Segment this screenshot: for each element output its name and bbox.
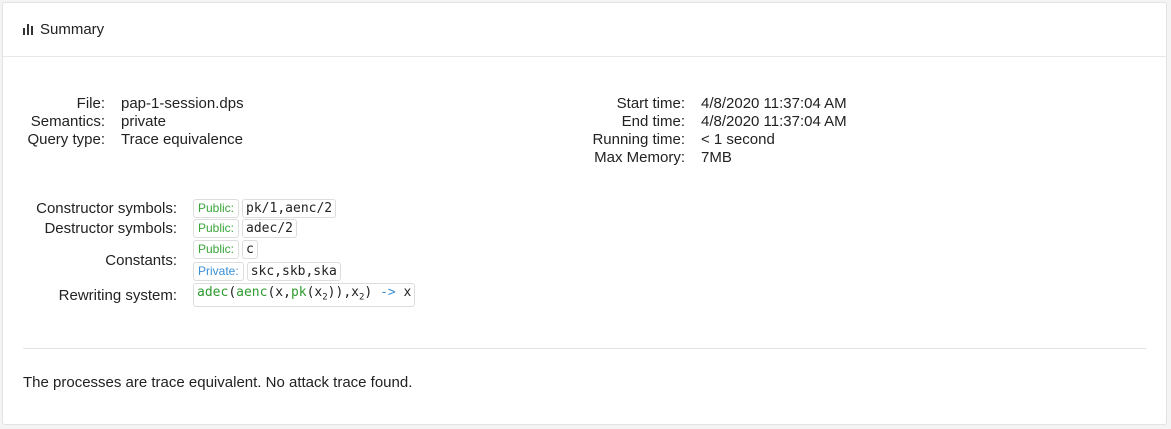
public-constants: c	[242, 239, 258, 259]
destructor-symbols: adec/2	[242, 218, 297, 238]
running-time-label: Running time:	[592, 131, 685, 148]
semantics-label: Semantics:	[30, 113, 105, 130]
public-badge: Public:	[193, 218, 240, 238]
max-memory-label: Max Memory:	[594, 149, 685, 166]
file-label: File:	[76, 95, 105, 112]
rewriting-label: Rewriting system:	[58, 286, 177, 304]
constants-label: Constants:	[105, 251, 177, 269]
end-time-label: End time:	[621, 113, 685, 130]
bar-chart-icon	[23, 24, 33, 35]
file-value: pap-1-session.dps	[121, 95, 244, 112]
max-memory-value: 7MB	[701, 149, 732, 166]
private-badge: Private:	[193, 261, 244, 281]
public-badge: Public:	[193, 198, 240, 218]
constructor-label: Constructor symbols:	[36, 199, 177, 217]
summary-card: Summary File: pap-1-session.dps Semantics…	[2, 2, 1167, 425]
rewrite-rule: adec(aenc(x,pk(x2)),x2) -> x	[193, 282, 416, 308]
start-time-value: 4/8/2020 11:37:04 AM	[701, 95, 847, 112]
result-message: The processes are trace equivalent. No a…	[23, 374, 413, 391]
start-time-label: Start time:	[616, 95, 685, 112]
divider	[23, 348, 1146, 349]
constructor-symbols: pk/1,aenc/2	[242, 198, 337, 218]
summary-title: Summary	[40, 21, 105, 38]
symbols-section: Constructor symbols: Public: pk/1,aenc/2…	[23, 198, 416, 308]
query-type-value: Trace equivalence	[121, 131, 244, 148]
private-constants: skc,skb,ska	[246, 261, 341, 281]
file-info: File: pap-1-session.dps Semantics: private…	[23, 95, 244, 149]
semantics-value: private	[121, 113, 167, 130]
public-badge: Public:	[193, 239, 240, 259]
run-info: Start time: 4/8/2020 11:37:04 AM End time…	[563, 95, 847, 167]
end-time-value: 4/8/2020 11:37:04 AM	[701, 113, 847, 130]
summary-header: Summary	[3, 3, 1166, 57]
destructor-label: Destructor symbols:	[44, 219, 177, 237]
query-type-label: Query type:	[27, 131, 105, 148]
running-time-value: < 1 second	[701, 131, 775, 148]
